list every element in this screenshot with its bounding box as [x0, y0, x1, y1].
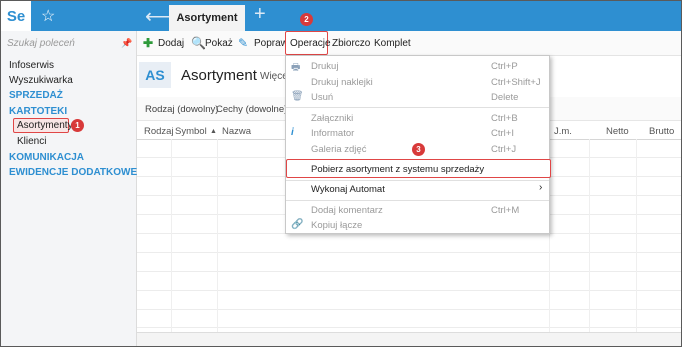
column-divider — [636, 139, 637, 332]
top-bar — [1, 1, 681, 31]
trash-icon: 🗑 — [291, 91, 304, 102]
logo-text: Se — [6, 7, 26, 25]
module-badge: AS — [139, 62, 171, 88]
col-header-brutto[interactable]: Brutto — [649, 126, 674, 137]
menu-item-delete[interactable]: Usuń — [311, 92, 333, 103]
sidebar-item-asortymenty[interactable]: Asortymenty — [17, 120, 73, 131]
sidebar-item-wyszukiwarka[interactable]: Wyszukiwarka — [9, 75, 73, 86]
column-divider — [589, 139, 590, 332]
add-button[interactable]: Dodaj — [158, 38, 184, 49]
col-header-rodzaj[interactable]: Rodzaj — [144, 126, 174, 137]
col-header-jm[interactable]: J.m. — [554, 126, 572, 137]
menu-item-attachments[interactable]: Załączniki — [311, 113, 353, 124]
menu-item-print[interactable]: Drukuj — [311, 61, 338, 72]
col-header-symbol[interactable]: Symbol — [175, 126, 207, 137]
bulk-button[interactable]: Zbiorczo — [332, 38, 370, 49]
table-row — [137, 290, 681, 291]
shortcut-add-comment: Ctrl+M — [491, 205, 520, 216]
menu-item-informer[interactable]: Informator — [311, 128, 354, 139]
page-title: Asortyment — [181, 67, 257, 84]
column-divider — [217, 139, 218, 332]
step-badge-3: 3 — [412, 143, 425, 156]
sidebar-item-klienci[interactable]: Klienci — [17, 136, 46, 147]
sort-asc-icon: ▲ — [210, 128, 217, 135]
features-filter[interactable]: Cechy (dowolne) — [216, 104, 287, 115]
link-icon: 🔗 — [291, 219, 304, 230]
shortcut-print-labels: Ctrl+Shift+J — [491, 77, 541, 88]
sidebar-section-komunikacja[interactable]: KOMUNIKACJA — [9, 152, 84, 163]
sidebar-item-infoserwis[interactable]: Infoserwis — [9, 60, 54, 71]
pin-icon[interactable]: 📌 — [121, 38, 132, 49]
menu-item-fetch-assortment[interactable]: Pobierz asortyment z systemu sprzedaży — [311, 164, 484, 175]
shortcut-delete: Delete — [491, 92, 519, 103]
menu-item-run-automat[interactable]: Wykonaj Automat — [311, 184, 385, 195]
tab-asortyment[interactable]: Asortyment — [169, 5, 245, 31]
sidebar-section-ewidencje[interactable]: EWIDENCJE DODATKOWE — [9, 167, 137, 178]
kind-filter[interactable]: Rodzaj (dowolny) — [145, 104, 218, 115]
menu-item-add-comment[interactable]: Dodaj komentarz — [311, 205, 383, 216]
sidebar-section-kartoteki[interactable]: KARTOTEKI — [9, 106, 67, 117]
new-tab-plus-icon[interactable]: + — [254, 3, 266, 26]
table-row — [137, 327, 681, 328]
step-badge-1: 1 — [71, 119, 84, 132]
sidebar-section-sprzedaz[interactable]: SPRZEDAŻ — [9, 90, 63, 101]
menu-item-gallery[interactable]: Galeria zdjęć — [311, 144, 366, 155]
submenu-arrow-icon: › — [539, 182, 543, 193]
menu-item-print-labels[interactable]: Drukuj naklejki — [311, 77, 373, 88]
menu-item-copy-link[interactable]: Kopiuj łącze — [311, 220, 362, 231]
table-row — [137, 252, 681, 253]
operations-button[interactable]: Operacje — [290, 38, 331, 49]
pencil-icon: ✎ — [238, 36, 249, 50]
set-button[interactable]: Komplet — [374, 38, 411, 49]
col-header-netto[interactable]: Netto — [606, 126, 629, 137]
table-row — [137, 309, 681, 310]
favorites-star-icon[interactable]: ☆ — [41, 6, 55, 26]
add-plus-icon: ✚ — [143, 36, 154, 50]
shortcut-attachments: Ctrl+B — [491, 113, 518, 124]
table-row — [137, 271, 681, 272]
edit-button[interactable]: Popraw — [254, 38, 288, 49]
show-button[interactable]: Pokaż — [205, 38, 233, 49]
shortcut-gallery: Ctrl+J — [491, 144, 517, 155]
shortcut-informer: Ctrl+I — [491, 128, 514, 139]
printer-icon: 🖶 — [291, 62, 301, 73]
menu-separator — [286, 107, 549, 108]
sidebar-search-input[interactable]: Szukaj poleceń — [7, 38, 129, 52]
app-logo[interactable]: Se — [1, 1, 31, 31]
menu-separator — [286, 180, 549, 181]
info-icon: i — [291, 127, 294, 138]
column-divider — [171, 139, 172, 332]
shortcut-print: Ctrl+P — [491, 61, 518, 72]
status-bar — [137, 332, 681, 346]
menu-separator — [286, 200, 549, 201]
search-icon: 🔍 — [191, 36, 206, 50]
step-badge-2: 2 — [300, 13, 313, 26]
col-header-nazwa[interactable]: Nazwa — [222, 126, 251, 137]
